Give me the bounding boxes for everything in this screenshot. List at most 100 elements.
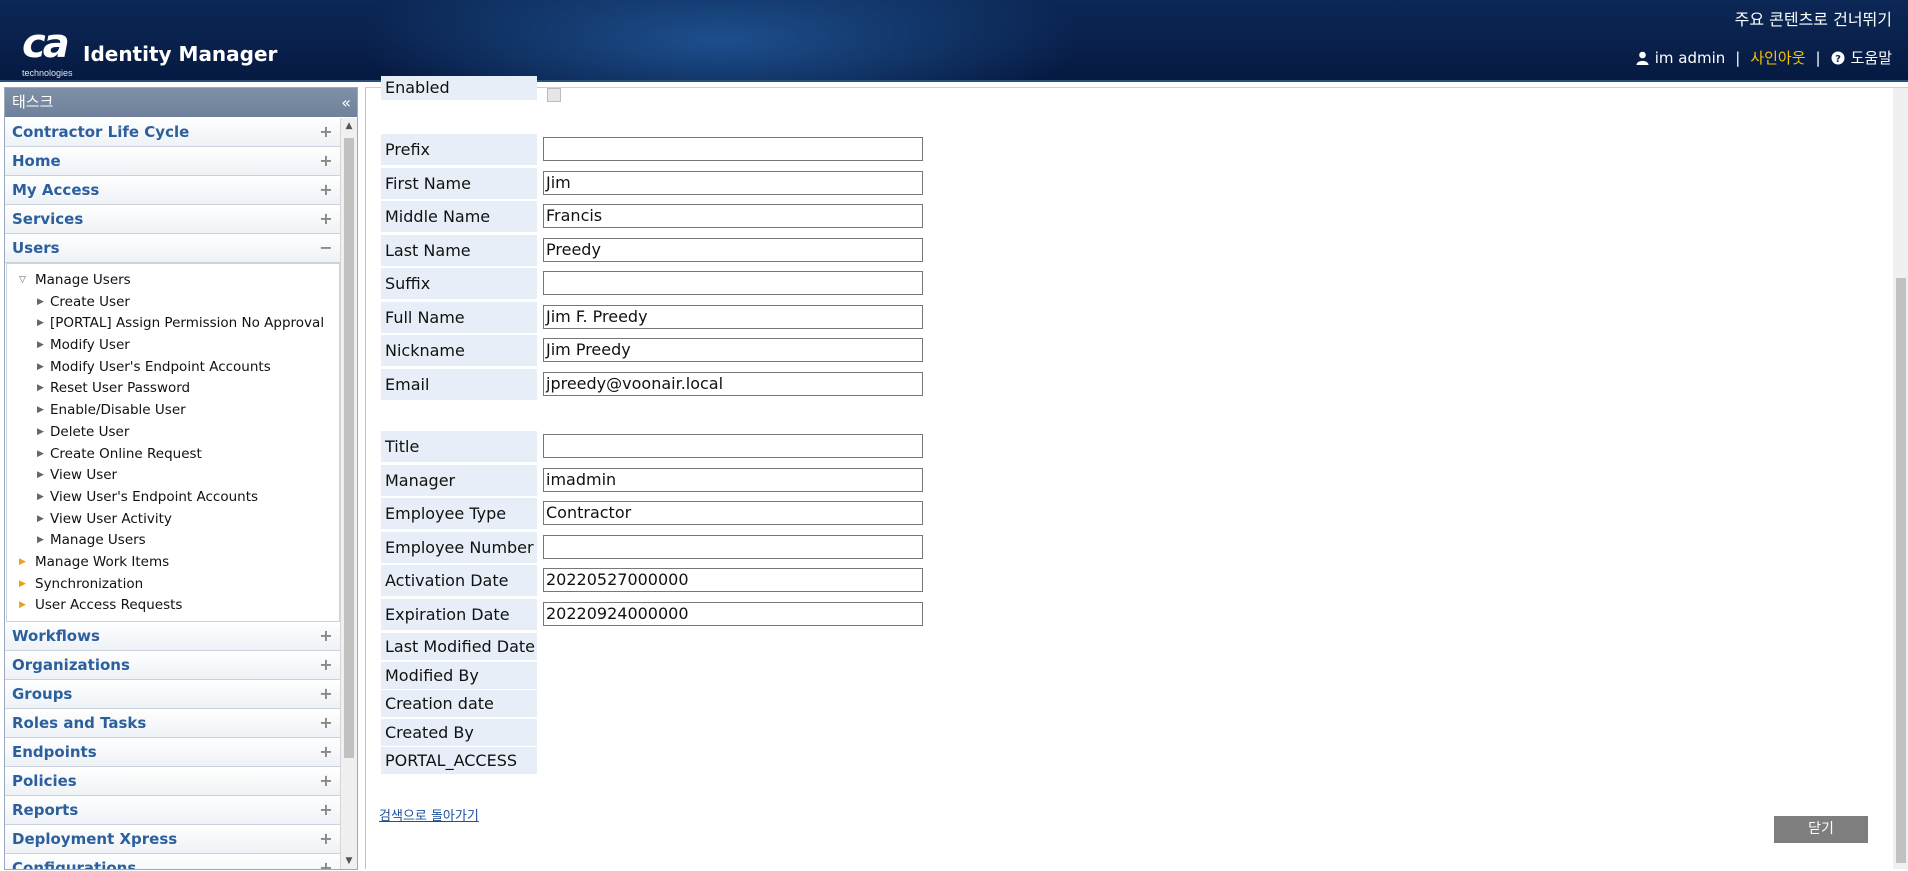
collapsed-arrow-icon[interactable]: ▶	[37, 357, 44, 379]
scroll-down-icon[interactable]: ▼	[341, 853, 357, 869]
back-to-search-link[interactable]: 검색으로 돌아가기	[379, 805, 479, 824]
expand-icon[interactable]: +	[319, 860, 333, 870]
main-scrollbar[interactable]	[1893, 88, 1908, 869]
text-field[interactable]	[543, 434, 923, 458]
scroll-thumb[interactable]	[344, 138, 354, 758]
tree-item[interactable]: ▶ User Access Requests	[7, 595, 339, 617]
collapsed-arrow-icon[interactable]: ▶	[37, 422, 44, 444]
expand-icon[interactable]: +	[319, 831, 333, 847]
ca-logo[interactable]: ca technologies	[22, 22, 74, 78]
expand-icon[interactable]: +	[319, 153, 333, 169]
tree-item[interactable]: ▶ [PORTAL] Assign Permission No Approval	[7, 313, 339, 335]
sidebar-scrollbar[interactable]: ▲ ▼	[340, 118, 357, 869]
collapsed-arrow-icon[interactable]: ▶	[37, 465, 44, 487]
tree-item-label: Manage Work Items	[35, 553, 170, 570]
expand-icon[interactable]: +	[319, 744, 333, 760]
collapsed-arrow-icon[interactable]: ▶	[37, 313, 44, 335]
sidebar-category-label: Policies	[12, 772, 77, 790]
tree-item[interactable]: ▶ Manage Users	[7, 530, 339, 552]
collapsed-arrow-icon[interactable]: ▶	[19, 574, 26, 596]
sidebar-category[interactable]: Contractor Life Cycle +	[5, 118, 341, 147]
text-field[interactable]	[543, 534, 923, 559]
text-field[interactable]: Jim	[543, 170, 923, 195]
text-field[interactable]: imadmin	[543, 467, 923, 492]
text-field[interactable]: Contractor	[543, 501, 923, 525]
tree-item-label: Modify User's Endpoint Accounts	[50, 358, 271, 375]
expanded-arrow-icon[interactable]: ▽	[19, 270, 26, 292]
form-row: Last Modified Date	[381, 633, 537, 660]
user-bar: im admin | 사인아웃 | ? 도움말	[1636, 47, 1892, 68]
sidebar-category[interactable]: Groups +	[5, 680, 341, 709]
collapsed-arrow-icon[interactable]: ▶	[37, 444, 44, 466]
text-field[interactable]: 20220527000000	[543, 568, 923, 592]
text-field[interactable]	[543, 271, 923, 295]
collapsed-arrow-icon[interactable]: ▶	[37, 530, 44, 552]
tree-item-label: User Access Requests	[35, 597, 183, 614]
tree-item[interactable]: ▶ Create Online Request	[7, 444, 339, 466]
expand-icon[interactable]: +	[319, 211, 333, 227]
text-field[interactable]: Preedy	[543, 237, 923, 262]
skip-to-content-link[interactable]: 주요 콘텐츠로 건너뛰기	[1735, 6, 1892, 30]
sidebar-category[interactable]: Endpoints +	[5, 738, 341, 767]
sidebar-category[interactable]: Workflows +	[5, 622, 341, 651]
sidebar-category[interactable]: Users −	[5, 234, 341, 263]
text-field[interactable]: Jim Preedy	[543, 338, 923, 362]
tree-item[interactable]: ▶ Modify User's Endpoint Accounts	[7, 357, 339, 379]
help-icon[interactable]: ?	[1831, 51, 1845, 65]
collapsed-arrow-icon[interactable]: ▶	[37, 509, 44, 531]
sidebar-category-label: Groups	[12, 685, 73, 703]
collapsed-arrow-icon[interactable]: ▶	[19, 595, 26, 617]
collapse-sidebar-icon[interactable]: «	[341, 88, 351, 117]
sidebar-category[interactable]: My Access +	[5, 176, 341, 205]
tree-item[interactable]: ▶ Delete User	[7, 422, 339, 444]
sidebar-category[interactable]: Home +	[5, 147, 341, 176]
collapsed-arrow-icon[interactable]: ▶	[37, 292, 44, 314]
tree-item[interactable]: ▶ View User Activity	[7, 509, 339, 531]
collapsed-arrow-icon[interactable]: ▶	[37, 378, 44, 400]
tree-item[interactable]: ▶ Synchronization	[7, 574, 339, 596]
expand-icon[interactable]: +	[319, 657, 333, 673]
tree-item[interactable]: ▶ View User	[7, 465, 339, 487]
text-field[interactable]: jpreedy@voonair.local	[543, 371, 923, 396]
collapse-icon[interactable]: −	[319, 240, 333, 256]
text-field[interactable]: 20220924000000	[543, 601, 923, 626]
text-field[interactable]: Francis	[543, 204, 923, 228]
sidebar-category-label: Contractor Life Cycle	[12, 123, 190, 141]
field-label: Activation Date	[381, 565, 537, 596]
sidebar-category[interactable]: Services +	[5, 205, 341, 234]
scroll-up-icon[interactable]: ▲	[341, 118, 357, 134]
collapsed-arrow-icon[interactable]: ▶	[37, 335, 44, 357]
collapsed-arrow-icon[interactable]: ▶	[19, 552, 26, 574]
tree-item[interactable]: ▶ Reset User Password	[7, 378, 339, 400]
tree-item[interactable]: ▶ Create User	[7, 292, 339, 314]
expand-icon[interactable]: +	[319, 686, 333, 702]
tree-item[interactable]: ▽ Manage Users	[7, 270, 339, 292]
expand-icon[interactable]: +	[319, 773, 333, 789]
collapsed-arrow-icon[interactable]: ▶	[37, 400, 44, 422]
expand-icon[interactable]: +	[319, 124, 333, 140]
text-field[interactable]: Jim F. Preedy	[543, 304, 923, 329]
help-link[interactable]: 도움말	[1851, 47, 1892, 68]
expand-icon[interactable]: +	[319, 628, 333, 644]
field-label: Employee Type	[381, 498, 537, 529]
expand-icon[interactable]: +	[319, 182, 333, 198]
sidebar-category[interactable]: Roles and Tasks +	[5, 709, 341, 738]
tree-item[interactable]: ▶ Modify User	[7, 335, 339, 357]
sidebar-category[interactable]: Configurations +	[5, 854, 341, 869]
app-title: Identity Manager	[83, 42, 278, 66]
sidebar-category[interactable]: Deployment Xpress +	[5, 825, 341, 854]
sign-out-link[interactable]: 사인아웃	[1750, 47, 1805, 68]
sidebar-category[interactable]: Organizations +	[5, 651, 341, 680]
sidebar-category[interactable]: Policies +	[5, 767, 341, 796]
tree-item[interactable]: ▶ View User's Endpoint Accounts	[7, 487, 339, 509]
tree-item[interactable]: ▶ Enable/Disable User	[7, 400, 339, 422]
main-scroll-thumb[interactable]	[1896, 278, 1906, 863]
sidebar-category[interactable]: Reports +	[5, 796, 341, 825]
collapsed-arrow-icon[interactable]: ▶	[37, 487, 44, 509]
enabled-checkbox[interactable]	[547, 88, 561, 102]
text-field[interactable]	[543, 137, 923, 161]
expand-icon[interactable]: +	[319, 715, 333, 731]
expand-icon[interactable]: +	[319, 802, 333, 818]
close-button[interactable]: 닫기	[1774, 816, 1868, 843]
tree-item[interactable]: ▶ Manage Work Items	[7, 552, 339, 574]
